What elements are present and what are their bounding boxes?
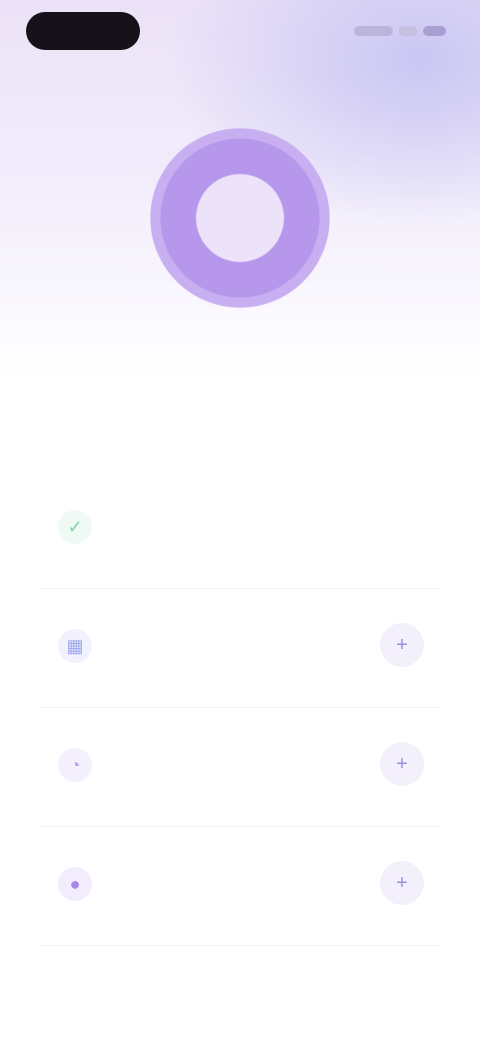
list-item-3[interactable]: ◔ + xyxy=(40,708,440,827)
list-item-1[interactable]: ✓ xyxy=(40,470,440,589)
dynamic-island-pill xyxy=(26,12,140,50)
item-action-button[interactable]: + xyxy=(380,623,424,667)
item-action-button[interactable]: + xyxy=(380,742,424,786)
battery-icon xyxy=(422,26,446,36)
check-circle-icon: ✓ xyxy=(58,510,92,544)
bell-icon: ◔ xyxy=(58,748,92,782)
calendar-icon: ▦ xyxy=(58,629,92,663)
options-list: ✓ ▦ + ◔ + ● + xyxy=(0,470,480,946)
user-icon: ● xyxy=(58,867,92,901)
status-time-placeholder xyxy=(353,26,394,36)
hero-ring-graphic xyxy=(150,128,330,308)
status-indicators xyxy=(353,22,446,40)
signal-icon xyxy=(399,26,417,36)
list-item-2[interactable]: ▦ + xyxy=(40,589,440,708)
item-action-button[interactable]: + xyxy=(380,861,424,905)
list-item-4[interactable]: ● + xyxy=(40,827,440,946)
ring-icon xyxy=(150,128,330,308)
item-action-button xyxy=(380,504,424,548)
